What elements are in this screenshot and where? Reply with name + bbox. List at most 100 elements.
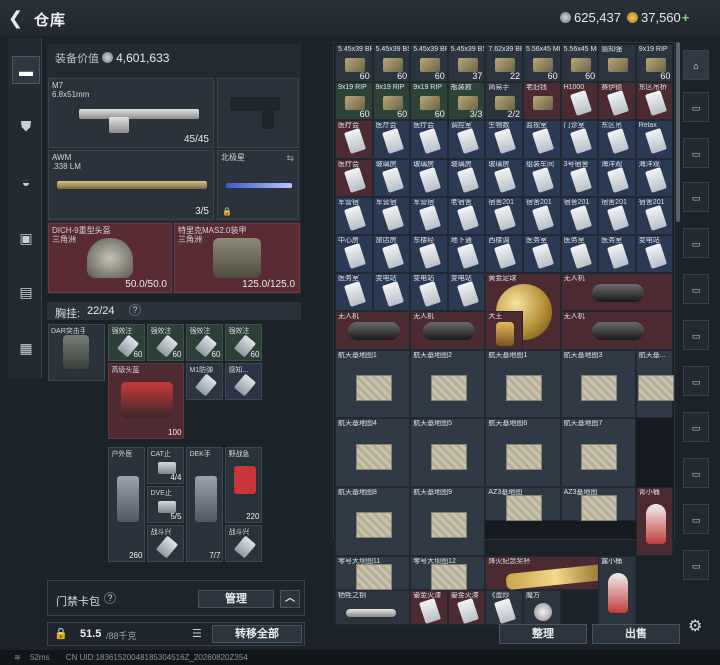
warehouse-item[interactable]: 简易手 2/2 — [485, 82, 523, 121]
tab-storage-5[interactable]: ▭ — [683, 274, 709, 304]
warehouse-item[interactable]: 变电站 — [410, 273, 448, 312]
warehouse-item[interactable]: 地下通 — [447, 235, 486, 274]
warehouse-item[interactable]: 无人机 — [335, 311, 411, 350]
warehouse-item[interactable]: 5.45x39 BP 60 — [410, 44, 448, 83]
chest-item[interactable]: 高级头盔 100 — [108, 363, 185, 439]
warehouse-item[interactable]: 宿舍201 — [598, 196, 636, 235]
gun-icon[interactable]: ▬ — [12, 56, 40, 84]
warehouse-item[interactable]: 9x19 RIP 60 — [335, 82, 373, 121]
warehouse-item[interactable]: 旅店房 — [372, 235, 411, 274]
warehouse-item[interactable]: 变电站 — [635, 235, 674, 274]
tab-storage-main[interactable]: ⌂ — [683, 50, 709, 80]
warehouse-item[interactable]: 无人机 — [560, 311, 674, 350]
vest-icon[interactable]: ▤ — [12, 278, 40, 306]
warehouse-item[interactable]: 玻璃房 — [410, 158, 448, 197]
warehouse-item[interactable]: 5.56x45 M855A1 60 — [560, 44, 599, 83]
chest-item[interactable]: DEK手 7/7 — [186, 446, 224, 562]
warehouse-item[interactable]: 变电站 — [372, 273, 411, 312]
gold-currency[interactable]: 37,560+ — [627, 10, 689, 25]
warehouse-item[interactable]: 老宿舍 — [447, 196, 486, 235]
warehouse-item[interactable]: 魔方 — [523, 590, 561, 625]
chest-item[interactable]: 强效注 60 — [108, 324, 146, 361]
secondary-weapon-slot[interactable]: AWM .338 LM 3/5 — [48, 150, 214, 220]
warehouse-item[interactable]: AZ3基地图 — [485, 487, 561, 522]
chest-item[interactable]: 强效注 60 — [186, 324, 224, 361]
warehouse-item[interactable]: 航天基地图1 — [485, 349, 561, 419]
tab-storage-10[interactable]: ▭ — [683, 504, 709, 534]
tab-storage-8[interactable]: ▭ — [683, 412, 709, 442]
warehouse-item[interactable]: 3号宿舍 — [560, 158, 599, 197]
tab-storage-9[interactable]: ▭ — [683, 458, 709, 488]
tab-storage-4[interactable]: ▭ — [683, 228, 709, 258]
warehouse-item[interactable]: 玻璃房 — [447, 158, 486, 197]
warehouse-item[interactable]: 医疗会 — [335, 158, 373, 197]
warehouse-item[interactable]: 医务室 — [523, 235, 561, 274]
warehouse-item[interactable]: 海洋观 — [598, 158, 636, 197]
manage-button[interactable]: 管理 — [198, 590, 274, 608]
warehouse-item[interactable]: 9x19 RIP 60 — [410, 82, 448, 121]
list-icon[interactable]: ☰ — [192, 627, 202, 640]
warehouse-item[interactable]: 东区吊桥 — [635, 82, 674, 121]
warehouse-item[interactable]: 航天基地图7 — [560, 418, 636, 488]
warehouse-item[interactable]: 军营宿 — [335, 196, 373, 235]
warehouse-item[interactable]: 医务室 — [598, 235, 636, 274]
warehouse-item[interactable]: 中心房 — [335, 235, 373, 274]
armor-icon[interactable]: ⛊ — [12, 112, 40, 140]
warehouse-item[interactable]: 鎏金火漆 — [447, 590, 486, 625]
warehouse-item[interactable]: 医务室 — [335, 273, 373, 312]
tab-storage-11[interactable]: ▭ — [683, 550, 709, 580]
tab-storage-1[interactable]: ▭ — [683, 92, 709, 122]
warehouse-item[interactable]: 航天基地图3 — [560, 349, 636, 419]
warehouse-item[interactable]: 生物数 — [485, 120, 523, 159]
warehouse-item[interactable]: 瓶装救 3/3 — [447, 82, 486, 121]
warehouse-item[interactable]: 《蛋炒 — [485, 590, 523, 625]
warehouse-item[interactable]: 大王 — [485, 311, 523, 350]
warehouse-item[interactable]: 露小桶 — [598, 555, 636, 625]
pistol-slot[interactable] — [217, 78, 299, 148]
sell-button[interactable]: 出售 — [592, 624, 680, 644]
helmet-icon[interactable]: ◒ — [12, 168, 40, 196]
warehouse-item[interactable]: 青小桶 — [635, 487, 674, 556]
warehouse-item[interactable]: 零号大坝图11 — [335, 555, 411, 591]
warehouse-item[interactable]: 老旧钱 — [523, 82, 561, 121]
warehouse-item[interactable]: 军营宿 — [372, 196, 411, 235]
warehouse-item[interactable]: 宿舍201 — [560, 196, 599, 235]
tab-storage-3[interactable]: ▭ — [683, 182, 709, 212]
warehouse-item[interactable]: 航天基地图5 — [410, 418, 486, 488]
warehouse-item[interactable]: 宿舍201 — [635, 196, 674, 235]
warehouse-item[interactable]: 航天基地图2 — [410, 349, 486, 419]
warehouse-item[interactable]: AZ3基地图 — [560, 487, 636, 522]
warehouse-item[interactable]: 医务室 — [560, 235, 599, 274]
warehouse-item[interactable]: 感知强 — [598, 44, 636, 83]
melee-slot[interactable]: 北极星 ⇆ 🔒 — [217, 150, 299, 220]
warehouse-item[interactable]: 航天基地图1 — [335, 349, 411, 419]
warehouse-item[interactable]: 海洋观 — [635, 158, 674, 197]
tab-storage-2[interactable]: ▭ — [683, 138, 709, 168]
transfer-all-button[interactable]: 转移全部 — [212, 625, 302, 643]
warehouse-item[interactable]: 5.45x39 BP 60 — [335, 44, 373, 83]
warehouse-item[interactable]: 西楼调 — [485, 235, 523, 274]
help-icon[interactable]: ? — [129, 304, 141, 316]
warehouse-item[interactable]: 门诊室 — [560, 120, 599, 159]
organize-button[interactable]: 整理 — [499, 624, 587, 644]
warehouse-item[interactable]: H1000 — [560, 82, 599, 121]
warehouse-item[interactable]: 医疗会 — [410, 120, 448, 159]
chest-item[interactable]: 战斗兴 — [225, 524, 263, 562]
warehouse-item[interactable]: 变电站 — [447, 273, 486, 312]
warehouse-item[interactable]: 宿舍201 — [485, 196, 523, 235]
warehouse-item[interactable]: 无人机 — [560, 273, 674, 312]
warehouse-item[interactable]: 宿舍201 — [523, 196, 561, 235]
armor-slot[interactable]: 特里克MAS2.0装甲 三角洲 125.0/125.0 — [174, 223, 300, 293]
warehouse-item[interactable]: 5.45x39 BS 60 — [372, 44, 411, 83]
back-arrow-icon[interactable]: ❮ — [8, 8, 23, 29]
add-gold-button[interactable]: + — [682, 10, 690, 25]
tab-storage-6[interactable]: ▭ — [683, 320, 709, 350]
chest-item[interactable]: DAR突击手 — [48, 324, 105, 381]
warehouse-item[interactable]: 监视室 — [523, 120, 561, 159]
primary-weapon-slot[interactable]: M7 6.8x51mm 45/45 — [48, 78, 214, 148]
warehouse-item[interactable]: 东区吊 — [598, 120, 636, 159]
warehouse-item[interactable]: 组装车间 — [523, 158, 561, 197]
warehouse-item[interactable]: 航天基地图8 — [335, 487, 411, 556]
warehouse-item[interactable]: 东楼经 — [410, 235, 448, 274]
warehouse-item[interactable]: 鎏金火漆 — [410, 590, 448, 625]
